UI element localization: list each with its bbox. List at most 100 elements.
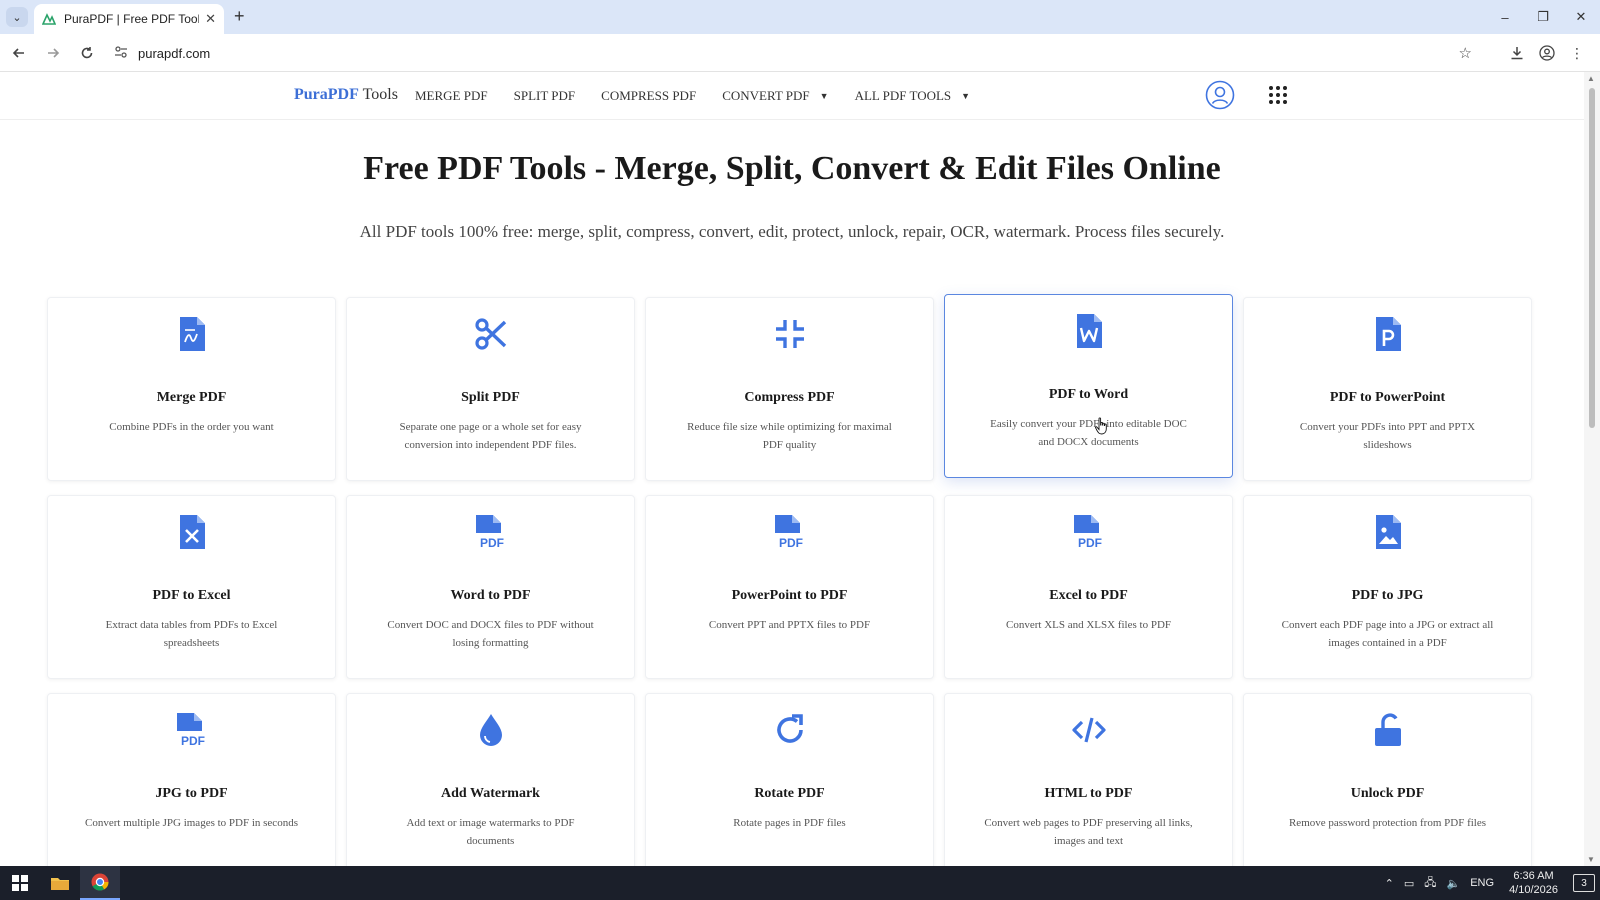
tool-card-description: Remove password protection from PDF file… (1288, 817, 1487, 829)
restore-button[interactable]: ❐ (1524, 0, 1562, 34)
tab-search-button[interactable]: ⌄ (6, 7, 28, 27)
notification-center-icon[interactable]: 3 (1573, 874, 1595, 892)
user-account-icon[interactable] (1205, 80, 1235, 110)
file-explorer-button[interactable] (40, 866, 80, 900)
chevron-up-icon[interactable]: ⌃ (1385, 877, 1394, 890)
download-icon[interactable] (1502, 38, 1532, 68)
notification-count: 3 (1581, 877, 1587, 889)
address-bar[interactable]: purapdf.com ☆ (104, 39, 1484, 67)
pdf-file-icon: PDF (48, 712, 335, 748)
main-nav: MERGE PDF SPLIT PDF COMPRESS PDF CONVERT… (415, 88, 996, 104)
volume-muted-icon[interactable]: 🔈 (1447, 877, 1461, 890)
tool-card-word-to-pdf[interactable]: PDF Word to PDF Convert DOC and DOCX files… (346, 495, 635, 679)
nav-split-pdf[interactable]: SPLIT PDF (514, 88, 576, 104)
tool-card-description: Convert XLS and XLSX files to PDF (1006, 619, 1171, 631)
url-text: purapdf.com (138, 45, 211, 61)
language-indicator[interactable]: ENG (1470, 877, 1494, 889)
clock[interactable]: 6:36 AM 4/10/2026 (1509, 869, 1558, 897)
tool-card-excel-to-pdf[interactable]: PDF Excel to PDF Convert XLS and XLSX file… (944, 495, 1233, 679)
svg-text:PDF: PDF (779, 536, 803, 550)
browser-tab[interactable]: PuraPDF | Free PDF Tools - Mer ✕ (34, 4, 224, 34)
tool-card-add-watermark[interactable]: Add Watermark Add text or image watermark… (346, 693, 635, 877)
brand-primary: PuraPDF (294, 86, 359, 103)
brand-logo[interactable]: PuraPDF Tools (294, 86, 398, 104)
tool-card-title: HTML to PDF (1044, 786, 1133, 801)
tool-card-title: JPG to PDF (155, 786, 228, 801)
page-scrollbar[interactable]: ▲ ▼ (1584, 72, 1600, 866)
tool-card-powerpoint-to-pdf[interactable]: PDF PowerPoint to PDF Convert PPT and PPTX… (645, 495, 934, 679)
tool-card-split-pdf[interactable]: Split PDF Separate one page or a whole se… (346, 297, 635, 481)
kebab-menu-icon[interactable]: ⋮ (1562, 38, 1592, 68)
tool-card-compress-pdf[interactable]: Compress PDF Reduce file size while optim… (645, 297, 934, 481)
tool-card-html-to-pdf[interactable]: HTML to PDF Convert web pages to PDF pres… (944, 693, 1233, 877)
meet-now-icon[interactable]: ▭ (1404, 877, 1414, 890)
chrome-icon (91, 873, 109, 891)
svg-text:PDF: PDF (181, 734, 205, 748)
apps-grid-icon[interactable] (1268, 85, 1288, 105)
tool-card-rotate-pdf[interactable]: Rotate PDF Rotate pages in PDF files (645, 693, 934, 877)
tool-card-jpg-to-pdf[interactable]: PDF JPG to PDF Convert multiple JPG images… (47, 693, 336, 877)
word-file-icon (945, 313, 1232, 349)
back-button[interactable] (4, 38, 34, 68)
bookmark-star-icon[interactable]: ☆ (1459, 44, 1472, 62)
network-icon[interactable]: 🖧 (1424, 874, 1436, 893)
tool-card-description: Separate one page or a whole set for eas… (399, 421, 582, 451)
rotate-icon (646, 712, 933, 748)
tool-card-pdf-to-jpg[interactable]: PDF to JPG Convert each PDF page into a J… (1243, 495, 1532, 679)
windows-logo-icon (12, 875, 28, 891)
nav-convert-pdf[interactable]: CONVERT PDF ▼ (722, 88, 828, 104)
scroll-down-arrow-icon[interactable]: ▼ (1587, 855, 1595, 864)
code-icon (945, 712, 1232, 748)
tools-grid: Merge PDF Combine PDFs in the order you w… (47, 294, 1532, 877)
svg-text:PDF: PDF (1078, 536, 1102, 550)
tool-card-pdf-to-word[interactable]: PDF to Word Easily convert your PDFs into… (944, 294, 1233, 478)
browser-tabstrip: ⌄ PuraPDF | Free PDF Tools - Mer ✕ + – ❐… (0, 0, 1600, 34)
pdf-file-icon: PDF (646, 514, 933, 550)
nav-all-pdf-tools[interactable]: ALL PDF TOOLS ▼ (855, 88, 970, 104)
tool-card-unlock-pdf[interactable]: Unlock PDF Remove password protection fro… (1243, 693, 1532, 877)
forward-button[interactable] (38, 38, 68, 68)
tool-card-merge-pdf[interactable]: Merge PDF Combine PDFs in the order you w… (47, 297, 336, 481)
tool-card-title: Rotate PDF (754, 786, 825, 801)
clock-date: 4/10/2026 (1509, 884, 1558, 896)
caret-down-icon: ▼ (961, 91, 971, 101)
chrome-taskbar-button[interactable] (80, 866, 120, 900)
windows-start-button[interactable] (0, 866, 40, 900)
tool-card-pdf-to-excel[interactable]: PDF to Excel Extract data tables from PDF… (47, 495, 336, 679)
site-info-icon[interactable] (114, 45, 128, 61)
pdf-file-icon: PDF (347, 514, 634, 550)
merge-icon (48, 316, 335, 352)
minimize-button[interactable]: – (1486, 0, 1524, 34)
system-tray: ⌃ ▭ 🖧 🔈 ENG 6:36 AM 4/10/2026 3 (1380, 866, 1600, 900)
tool-card-title: Merge PDF (156, 390, 227, 405)
window-controls: – ❐ ✕ (1486, 0, 1600, 34)
arrow-right-icon (48, 47, 60, 58)
tool-card-title: Unlock PDF (1350, 786, 1425, 801)
tool-card-title: Word to PDF (450, 588, 531, 603)
chevron-down-icon: ⌄ (12, 11, 22, 24)
tool-card-title: PDF to PowerPoint (1329, 390, 1446, 405)
page-subtitle: All PDF tools 100% free: merge, split, c… (359, 222, 1225, 241)
nav-compress-pdf[interactable]: COMPRESS PDF (601, 88, 696, 104)
tool-card-title: PDF to Word (1048, 387, 1129, 402)
brand-secondary: Tools (362, 86, 398, 103)
nav-merge-pdf[interactable]: MERGE PDF (415, 88, 488, 104)
scroll-up-arrow-icon[interactable]: ▲ (1587, 74, 1595, 83)
scrollbar-thumb[interactable] (1589, 88, 1595, 428)
page-title: Free PDF Tools - Merge, Split, Convert &… (363, 150, 1221, 187)
site-header: PuraPDF Tools MERGE PDF SPLIT PDF COMPRE… (0, 72, 1584, 120)
tool-card-pdf-to-powerpoint[interactable]: PDF to PowerPoint Convert your PDFs into … (1243, 297, 1532, 481)
os-taskbar: ⌃ ▭ 🖧 🔈 ENG 6:36 AM 4/10/2026 3 (0, 866, 1600, 900)
tab-close-icon[interactable]: ✕ (205, 11, 216, 27)
tool-card-title: Add Watermark (441, 786, 540, 801)
svg-text:PDF: PDF (480, 536, 504, 550)
close-window-button[interactable]: ✕ (1562, 0, 1600, 34)
profile-icon[interactable] (1532, 38, 1562, 68)
folder-icon (51, 878, 69, 890)
toolbar-actions: ⋮ (1502, 38, 1592, 68)
tool-card-description: Combine PDFs in the order you want (109, 421, 274, 433)
new-tab-button[interactable]: + (234, 6, 245, 27)
tool-card-description: Reduce file size while optimizing for ma… (687, 421, 892, 451)
purapdf-favicon-icon (42, 13, 56, 25)
reload-button[interactable] (72, 38, 102, 68)
